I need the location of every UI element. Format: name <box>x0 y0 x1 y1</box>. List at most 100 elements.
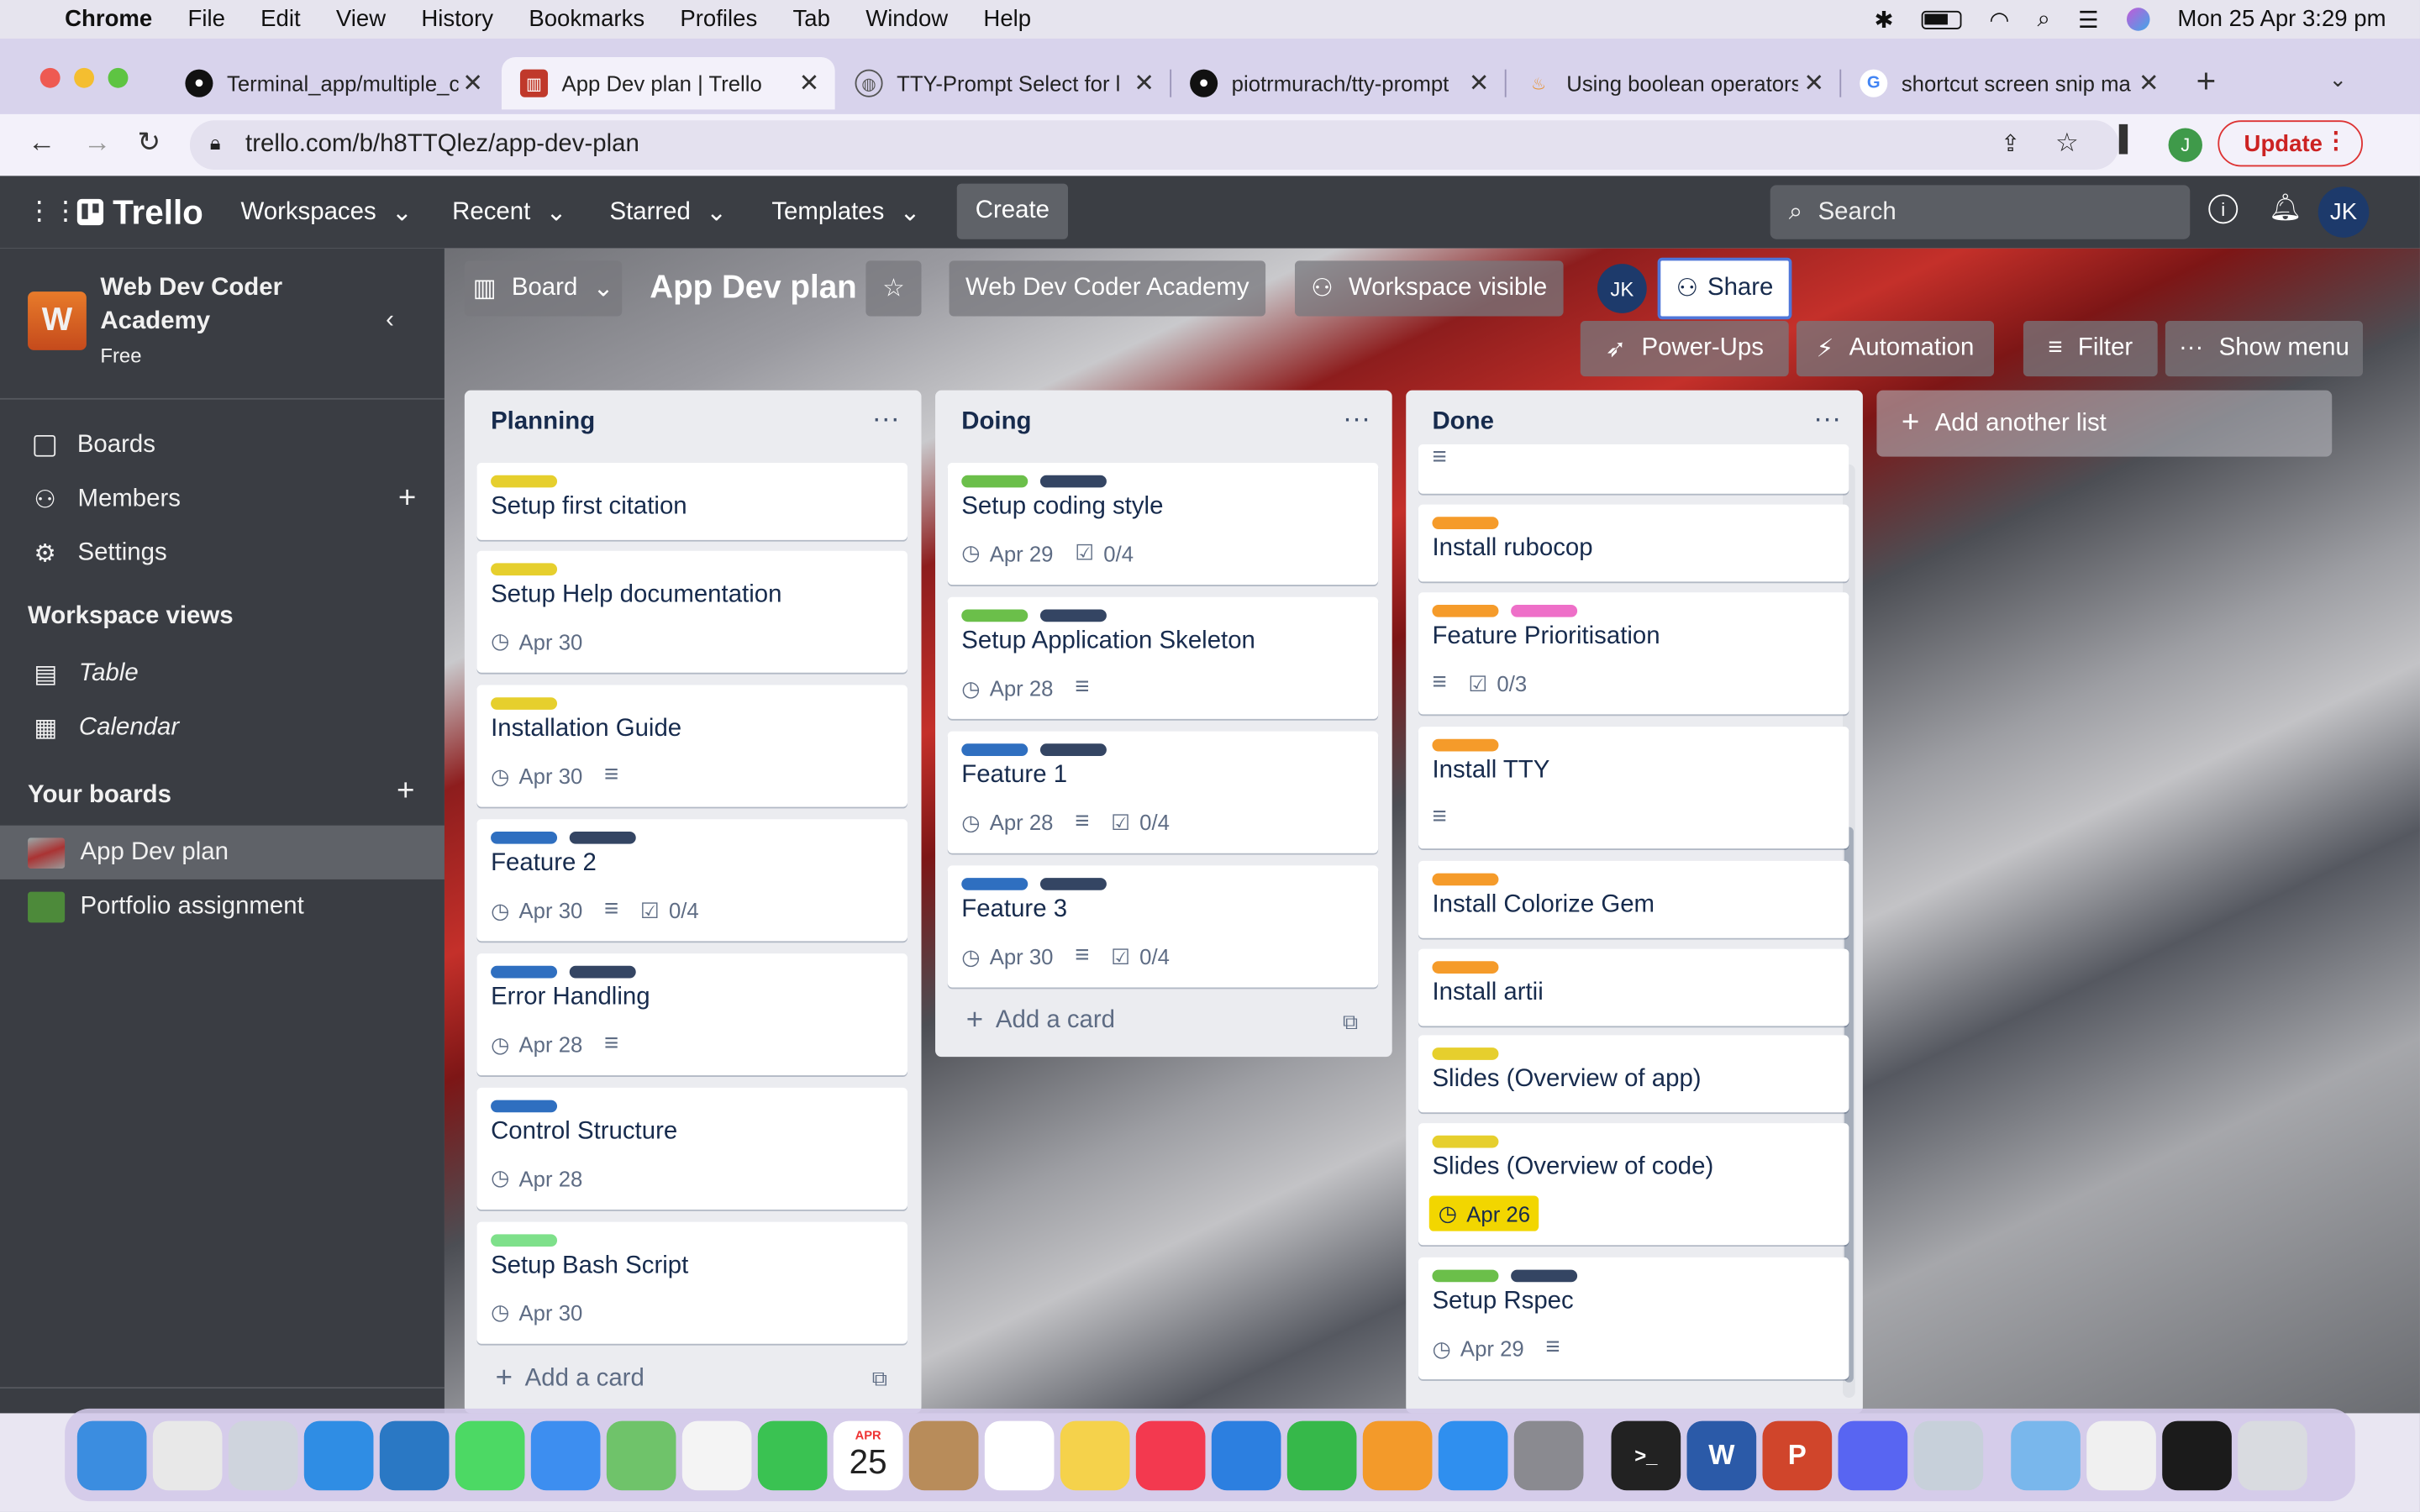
card[interactable]: Setup Rspec ◷ Apr 29 ≡ <box>1418 1257 1849 1380</box>
close-tab-icon[interactable]: ✕ <box>1803 68 1824 99</box>
card-label[interactable] <box>1432 1047 1499 1060</box>
card[interactable]: Setup Bash Script ◷ Apr 30 <box>476 1221 908 1344</box>
due-date-badge[interactable]: ◷ Apr 29 <box>961 540 1053 566</box>
card[interactable]: Install TTY ≡ <box>1418 727 1849 849</box>
card-label[interactable] <box>491 831 558 844</box>
due-date-badge[interactable]: ◷ Apr 30 <box>491 897 582 923</box>
card[interactable]: Setup Help documentation ◷ Apr 30 <box>476 550 908 673</box>
zoom-window-button[interactable] <box>108 67 129 88</box>
create-from-template-icon[interactable]: ⧉ <box>1343 1009 1358 1035</box>
launchpad-icon[interactable] <box>228 1420 298 1490</box>
sidebar-item-boards[interactable]: Boards <box>0 418 445 472</box>
tab-search-icon[interactable]: ⌄ <box>2329 66 2348 92</box>
card-label[interactable] <box>491 697 558 710</box>
close-window-button[interactable] <box>39 67 60 88</box>
notifications-bell-icon[interactable]: 🔔︎ <box>2269 193 2302 224</box>
menu-profiles[interactable]: Profiles <box>680 6 757 32</box>
sidebar-item-calendar[interactable]: ▦ Calendar <box>0 701 445 754</box>
sidebar-item-members[interactable]: ⚇ Members + <box>0 472 445 526</box>
facetime-icon[interactable] <box>757 1420 828 1490</box>
keynote-icon[interactable] <box>1211 1420 1281 1490</box>
card[interactable]: Install rubocop <box>1418 504 1849 582</box>
menu-window[interactable]: Window <box>865 6 948 32</box>
list-title[interactable]: Doing <box>961 409 1031 437</box>
browser-tab[interactable]: ● piotrmurach/tty-prompt ✕ <box>1171 57 1505 109</box>
create-button[interactable]: Create <box>956 183 1068 239</box>
vscode-icon[interactable] <box>379 1420 450 1490</box>
filter-button[interactable]: ≡ Filter <box>2023 321 2158 377</box>
folder-icon[interactable] <box>2011 1420 2081 1490</box>
contacts-icon[interactable] <box>908 1420 979 1490</box>
bookmark-star-icon[interactable]: ☆ <box>2055 128 2079 159</box>
card-label[interactable] <box>1039 878 1107 890</box>
chrome-icon[interactable] <box>152 1420 223 1490</box>
user-avatar[interactable]: JK <box>2317 186 2370 238</box>
card-label[interactable] <box>1432 738 1499 752</box>
minimize-window-button[interactable] <box>74 67 95 88</box>
show-menu-button[interactable]: ··· Show menu <box>2165 321 2363 377</box>
messages-icon[interactable] <box>455 1420 525 1490</box>
board-member-avatar[interactable]: JK <box>1597 264 1647 313</box>
due-date-badge[interactable]: ◷ Apr 28 <box>491 1165 582 1191</box>
browser-tab[interactable]: ● Terminal_app/multiple_c ✕ <box>166 57 498 109</box>
due-date-badge[interactable]: ◷ Apr 30 <box>491 1299 582 1326</box>
card[interactable]: Feature 3 ◷ Apr 30 ≡ ☑ 0/4 <box>947 865 1379 988</box>
menu-file[interactable]: File <box>188 6 225 32</box>
card-label[interactable] <box>1432 873 1499 886</box>
card[interactable]: Feature 1 ◷ Apr 28 ≡ ☑ 0/4 <box>947 731 1379 853</box>
close-tab-icon[interactable]: ✕ <box>799 68 820 99</box>
address-bar[interactable]: 🔒︎ trello.com/b/h8TTQlez/app-dev-plan ⇪ … <box>189 120 2119 171</box>
card-label[interactable] <box>491 1234 558 1247</box>
workspace-button[interactable]: Web Dev Coder Academy <box>949 260 1266 317</box>
close-tab-icon[interactable]: ✕ <box>462 68 483 99</box>
view-switcher-board[interactable]: ▥ Board ⌄ <box>464 260 623 317</box>
safari-icon[interactable] <box>303 1420 374 1490</box>
star-board-button[interactable]: ☆ <box>865 260 922 317</box>
close-tab-icon[interactable]: ✕ <box>1469 68 1490 99</box>
back-icon[interactable]: ← <box>28 127 55 160</box>
card-label[interactable] <box>1039 743 1107 756</box>
browser-tab[interactable]: ◍ TTY-Prompt Select for l ✕ <box>836 57 1170 109</box>
sidebar-item-settings[interactable]: ⚙ Settings <box>0 526 445 580</box>
appstore-icon[interactable] <box>1438 1420 1508 1490</box>
list-title[interactable]: Planning <box>491 409 595 437</box>
card[interactable]: Feature 2 ◷ Apr 30 ≡ ☑ 0/4 <box>476 819 908 942</box>
close-tab-icon[interactable]: ✕ <box>1134 68 1155 99</box>
bluetooth-icon[interactable]: ✱ <box>1874 5 1893 33</box>
card-label[interactable] <box>569 965 636 979</box>
card[interactable]: Install Colorize Gem <box>1418 860 1849 938</box>
card[interactable]: Feature Prioritisation ≡ ☑ 0/3 <box>1418 592 1849 715</box>
list-menu-icon[interactable]: ··· <box>1813 402 1841 435</box>
visibility-button[interactable]: ⚇ Workspace visible <box>1294 260 1564 317</box>
app-menu-chrome[interactable]: Chrome <box>65 6 152 32</box>
notes-icon[interactable] <box>1060 1420 1130 1490</box>
card[interactable]: ≡ <box>1418 444 1849 494</box>
list-menu-icon[interactable]: ··· <box>1343 402 1370 435</box>
due-date-badge[interactable]: ◷ Apr 30 <box>961 943 1053 969</box>
collapse-sidebar-icon[interactable]: ‹ <box>386 307 394 335</box>
menu-history[interactable]: History <box>421 6 493 32</box>
card[interactable]: Control Structure ◷ Apr 28 <box>476 1087 908 1210</box>
photos-icon[interactable] <box>681 1420 752 1490</box>
system-preferences-icon[interactable] <box>1513 1420 1584 1490</box>
card-label[interactable] <box>1039 609 1107 622</box>
numbers-icon[interactable] <box>1286 1420 1357 1490</box>
battery-icon[interactable] <box>1921 9 1962 29</box>
card[interactable]: Error Handling ◷ Apr 28 ≡ <box>476 953 908 1076</box>
due-date-badge[interactable]: ◷ Apr 28 <box>961 809 1053 835</box>
trello-logo[interactable]: Trello <box>76 176 203 248</box>
create-from-template-icon[interactable]: ⧉ <box>872 1365 887 1391</box>
close-tab-icon[interactable]: ✕ <box>2139 68 2160 99</box>
due-date-badge[interactable]: ◷ Apr 29 <box>1432 1336 1523 1362</box>
card-label[interactable] <box>1511 1269 1578 1283</box>
new-tab-icon[interactable]: + <box>2196 61 2217 102</box>
side-panel-icon[interactable]: ▌ <box>2119 127 2137 155</box>
siri-icon[interactable] <box>2126 8 2150 31</box>
menu-help[interactable]: Help <box>983 6 1031 32</box>
share-page-icon[interactable]: ⇪ <box>2001 129 2020 157</box>
wifi-icon[interactable]: ◠ <box>1989 5 2009 33</box>
card[interactable]: Installation Guide ◷ Apr 30 ≡ <box>476 685 908 807</box>
menu-bookmarks[interactable]: Bookmarks <box>529 6 644 32</box>
forward-icon[interactable]: → <box>83 127 111 160</box>
nav-starred[interactable]: Starred ⌄ <box>609 176 726 248</box>
